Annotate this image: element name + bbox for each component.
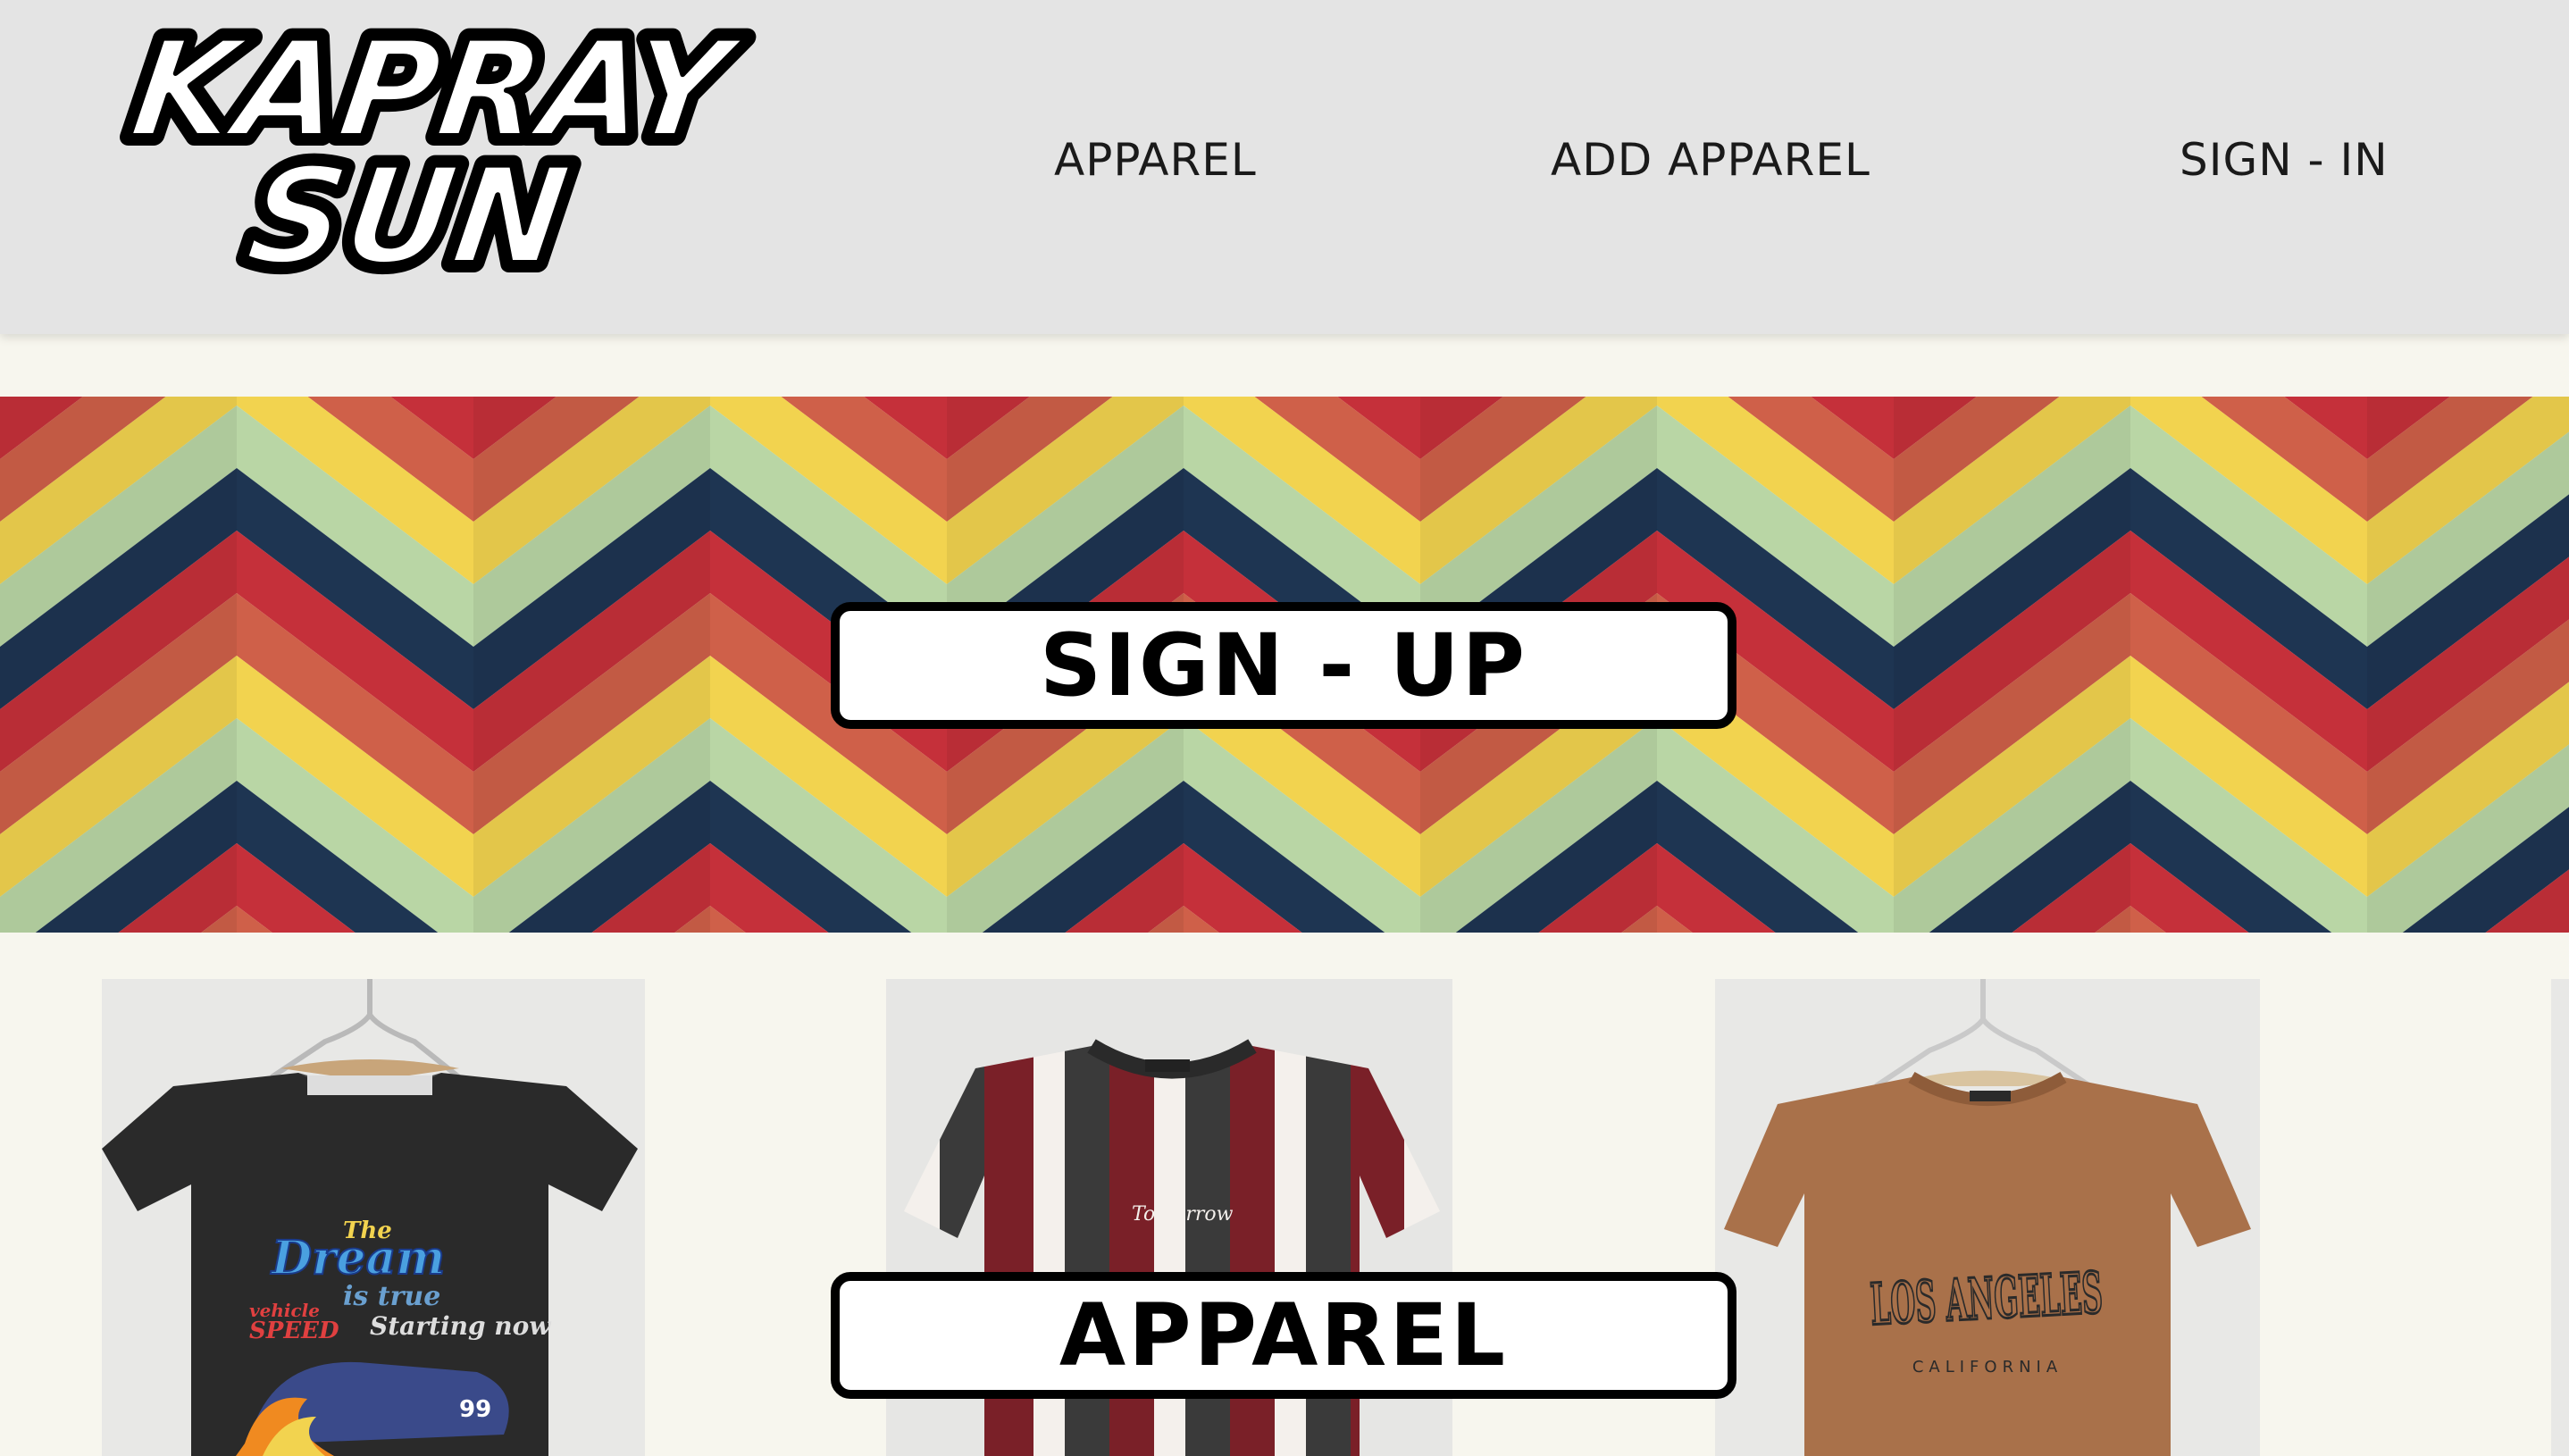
graphic-text: SPEED — [249, 1318, 339, 1344]
chevron-shade — [473, 397, 710, 933]
product-image-los-angeles-tee: LOS ANGELES CALIFORNIA — [1715, 979, 2260, 1456]
brand-logo-image: KAPRAY KAPRAY SUN SUN — [113, 2, 760, 305]
logo-line2: SUN — [238, 138, 578, 289]
nav-sign-in-link[interactable]: SIGN - IN — [2180, 134, 2389, 186]
product-card[interactable]: LOS ANGELES CALIFORNIA — [1715, 979, 2260, 1456]
apparel-section-button[interactable]: APPAREL — [831, 1272, 1736, 1399]
graphic-text: Tomorrow — [1132, 1203, 1234, 1226]
graphic-text: 99 — [459, 1396, 491, 1423]
product-image-graphic-tee: The Dream is true vehicle SPEED Starting… — [102, 979, 645, 1456]
site-header: KAPRAY KAPRAY SUN SUN APPAREL ADD APPARE… — [0, 0, 2569, 334]
graphic-text: Starting now — [370, 1311, 551, 1341]
graphic-text: Dream — [270, 1231, 445, 1285]
product-card[interactable]: The Dream is true vehicle SPEED Starting… — [102, 979, 645, 1456]
product-card-partial[interactable] — [2551, 979, 2569, 1456]
chevron-shade — [2367, 397, 2569, 933]
chevron-shade — [1894, 397, 2130, 933]
graphic-text: is true — [343, 1281, 440, 1312]
brand-logo[interactable]: KAPRAY KAPRAY SUN SUN — [113, 2, 760, 305]
graphic-text: LOS ANGELES — [1869, 1259, 2105, 1339]
nav-add-apparel-link[interactable]: ADD APPAREL — [1551, 134, 1870, 186]
chevron-shade — [0, 397, 237, 933]
sign-up-button[interactable]: SIGN - UP — [831, 602, 1736, 729]
graphic-text: CALIFORNIA — [1912, 1358, 2063, 1377]
nav-apparel-link[interactable]: APPAREL — [1054, 134, 1257, 186]
